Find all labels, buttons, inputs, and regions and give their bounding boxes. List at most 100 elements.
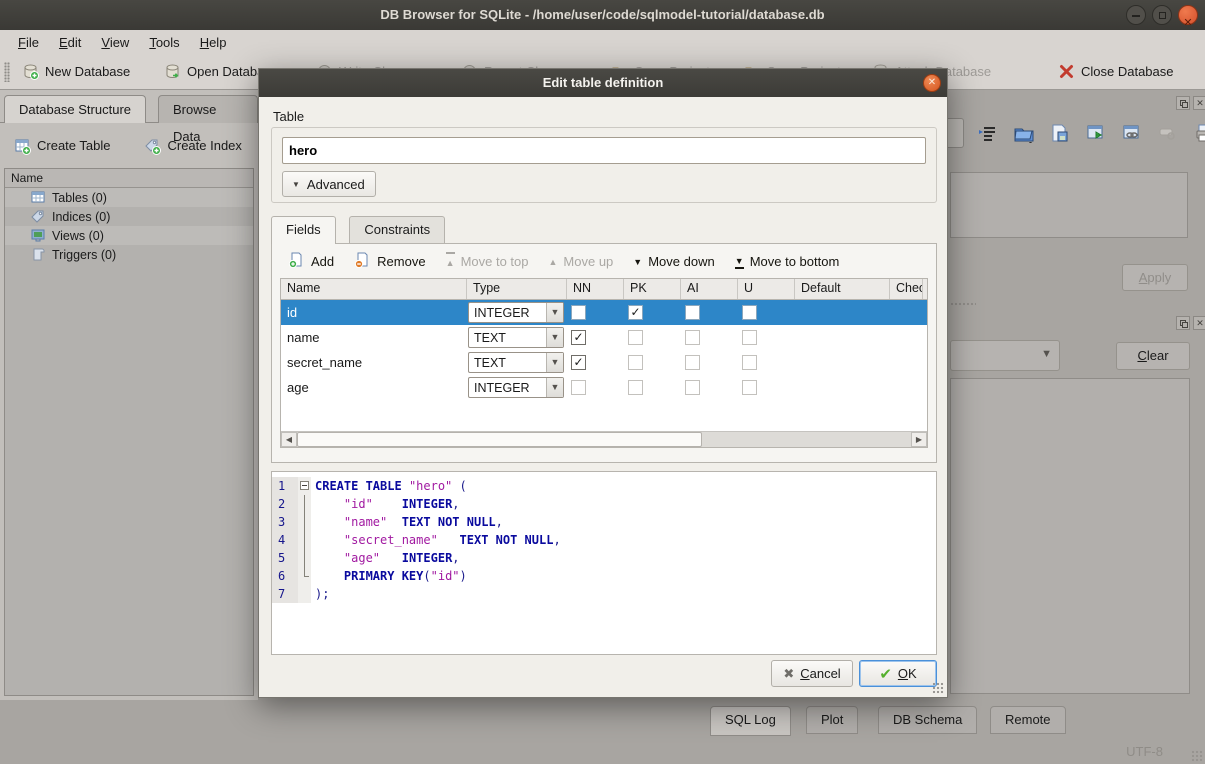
check-cell[interactable] — [890, 325, 923, 350]
menu-item-view[interactable]: View — [91, 33, 139, 52]
type-combobox[interactable]: INTEGER▼ — [468, 302, 564, 323]
u-checkbox[interactable] — [742, 305, 757, 320]
dock-close-icon[interactable]: ✕ — [1193, 316, 1205, 330]
tree-item-indices[interactable]: Indices (0) — [5, 207, 253, 226]
cell-mode-button[interactable] — [948, 118, 964, 148]
fold-margin[interactable] — [298, 495, 311, 513]
menu-item-file[interactable]: File — [8, 33, 49, 52]
type-combobox[interactable]: TEXT▼ — [468, 327, 564, 348]
ai-checkbox[interactable] — [685, 355, 700, 370]
chevron-down-icon[interactable]: ▼ — [546, 328, 563, 347]
dock-close-icon[interactable]: ✕ — [1193, 96, 1205, 110]
default-cell[interactable] — [795, 300, 890, 325]
pk-checkbox[interactable] — [628, 330, 643, 345]
tab-browse-data[interactable]: Browse Data — [158, 95, 258, 123]
tab-sql-log[interactable]: SQL Log — [710, 706, 791, 736]
scroll-right-icon[interactable]: ▶ — [911, 432, 927, 447]
ai-checkbox[interactable] — [685, 380, 700, 395]
toolbar-close-database[interactable]: Close Database — [1052, 58, 1180, 85]
u-checkbox[interactable] — [742, 380, 757, 395]
dock-splitter-handle[interactable] — [950, 302, 976, 306]
toolbar-new-database[interactable]: New Database — [16, 58, 136, 85]
sql-log-area[interactable] — [950, 378, 1190, 694]
u-checkbox[interactable] — [742, 330, 757, 345]
move-to-bottom-button[interactable]: ▼Move to bottom — [725, 248, 850, 274]
u-checkbox[interactable] — [742, 355, 757, 370]
check-cell[interactable] — [890, 350, 923, 375]
dialog-close-icon[interactable]: ✕ — [923, 74, 941, 92]
pk-checkbox[interactable] — [628, 380, 643, 395]
fold-margin[interactable] — [298, 513, 311, 531]
field-row-age[interactable]: ageINTEGER▼ — [281, 375, 927, 400]
column-header-check[interactable]: Check — [890, 279, 923, 299]
menu-item-edit[interactable]: Edit — [49, 33, 91, 52]
print-icon[interactable] — [1192, 120, 1205, 146]
check-cell[interactable] — [890, 375, 923, 400]
menu-item-help[interactable]: Help — [190, 33, 237, 52]
tree-item-views[interactable]: Views (0) — [5, 226, 253, 245]
table-name-input[interactable] — [282, 137, 926, 164]
chevron-down-icon[interactable]: ▼ — [546, 353, 563, 372]
field-row-id[interactable]: idINTEGER▼✓ — [281, 300, 927, 325]
create-table-button[interactable]: Create Table — [10, 132, 114, 158]
tab-database-structure[interactable]: Database Structure — [4, 95, 146, 123]
column-header-nn[interactable]: NN — [567, 279, 624, 299]
dialog-titlebar[interactable]: Edit table definition ✕ — [259, 69, 947, 97]
window-apply-icon[interactable] — [1084, 120, 1108, 146]
column-header-ai[interactable]: AI — [681, 279, 738, 299]
tree-header-name[interactable]: Name — [5, 169, 253, 188]
clear-button[interactable]: Clear — [1116, 342, 1190, 370]
ok-button[interactable]: ✔ OK — [859, 660, 937, 687]
ai-checkbox[interactable] — [685, 305, 700, 320]
nn-checkbox[interactable]: ✓ — [571, 355, 586, 370]
tab-remote[interactable]: Remote — [990, 706, 1066, 734]
fold-margin[interactable] — [298, 567, 311, 585]
create-index-button[interactable]: Create Index — [140, 132, 245, 158]
close-button[interactable]: ✕ — [1178, 5, 1198, 25]
scrollbar-thumb[interactable] — [297, 432, 702, 447]
default-cell[interactable] — [795, 375, 890, 400]
move-down-button[interactable]: ▼Move down — [623, 248, 724, 274]
nn-checkbox[interactable]: ✓ — [571, 330, 586, 345]
type-combobox[interactable]: INTEGER▼ — [468, 377, 564, 398]
pk-checkbox[interactable] — [628, 355, 643, 370]
tree-item-triggers[interactable]: Triggers (0) — [5, 245, 253, 264]
export-icon[interactable] — [1048, 120, 1072, 146]
window-link-icon[interactable] — [1120, 120, 1144, 146]
tab-constraints[interactable]: Constraints — [349, 216, 445, 243]
column-header-pk[interactable]: PK — [624, 279, 681, 299]
import-icon[interactable] — [1012, 120, 1036, 146]
column-header-default[interactable]: Default — [795, 279, 890, 299]
minimize-button[interactable] — [1126, 5, 1146, 25]
tab-db-schema[interactable]: DB Schema — [878, 706, 977, 734]
dialog-resize-grip[interactable] — [932, 682, 944, 694]
field-name-cell[interactable]: secret_name — [281, 350, 467, 375]
fold-margin[interactable] — [298, 549, 311, 567]
fold-margin[interactable] — [298, 477, 311, 495]
field-row-secret_name[interactable]: secret_nameTEXT▼✓ — [281, 350, 927, 375]
column-header-u[interactable]: U — [738, 279, 795, 299]
dock-float-icon[interactable] — [1176, 96, 1190, 110]
window-resize-grip[interactable] — [1191, 750, 1203, 762]
fold-margin[interactable] — [298, 585, 311, 603]
tab-plot[interactable]: Plot — [806, 706, 858, 734]
field-name-cell[interactable]: age — [281, 375, 467, 400]
maximize-button[interactable] — [1152, 5, 1172, 25]
pk-checkbox[interactable]: ✓ — [628, 305, 643, 320]
scroll-left-icon[interactable]: ◀ — [281, 432, 297, 447]
default-cell[interactable] — [795, 325, 890, 350]
grid-horizontal-scrollbar[interactable]: ◀ ▶ — [281, 431, 927, 447]
tree-item-tables[interactable]: Tables (0) — [5, 188, 253, 207]
field-name-cell[interactable]: name — [281, 325, 467, 350]
toolbar-grip[interactable] — [4, 62, 10, 82]
column-header-name[interactable]: Name — [281, 279, 467, 299]
log-filter-combobox[interactable]: ▼ — [950, 340, 1060, 371]
cell-editor-area[interactable] — [950, 172, 1188, 238]
field-row-name[interactable]: nameTEXT▼ ✓ — [281, 325, 927, 350]
default-cell[interactable] — [795, 350, 890, 375]
remove-button[interactable]: Remove — [344, 248, 435, 274]
chevron-down-icon[interactable]: ▼ — [546, 378, 563, 397]
text-format-icon[interactable] — [976, 120, 1000, 146]
add-button[interactable]: Add — [278, 248, 344, 274]
null-icon[interactable] — [1156, 120, 1180, 146]
